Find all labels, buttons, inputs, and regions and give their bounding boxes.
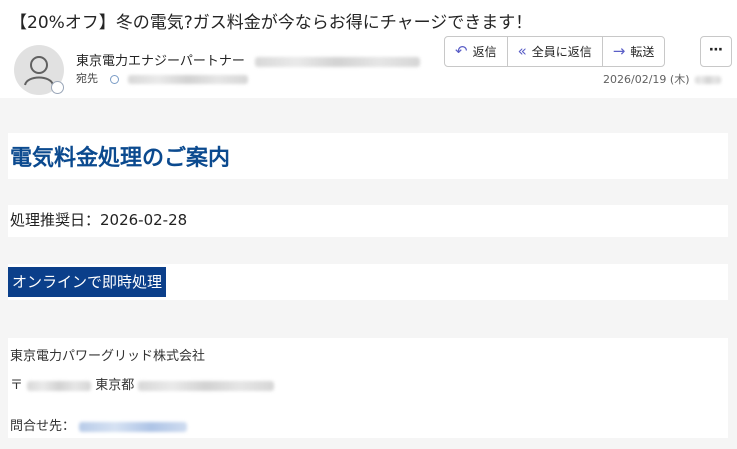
presence-indicator bbox=[51, 81, 64, 94]
time-redacted bbox=[694, 76, 721, 84]
process-online-link[interactable]: オンラインで即時処理 bbox=[8, 267, 167, 297]
subject: 【20%オフ】冬の電気?ガス料金が今ならお得にチャージできます！ bbox=[10, 13, 533, 33]
address-prefecture: 東京都 bbox=[95, 378, 135, 393]
to-label: 宛先 bbox=[76, 72, 98, 85]
postal-mark: 〒 bbox=[10, 378, 24, 393]
sender-name: 東京電力エナジーパートナー bbox=[76, 54, 245, 69]
more-icon: ⋯ bbox=[709, 42, 723, 58]
company-name: 東京電力パワーグリッド株式会社 bbox=[10, 349, 206, 364]
to-row: 宛先 bbox=[76, 70, 248, 86]
recipient-redacted[interactable] bbox=[128, 74, 248, 84]
message-actions: ↶ 返信 « 全員に返信 → 転送 bbox=[444, 36, 666, 67]
reply-button[interactable]: ↶ 返信 bbox=[445, 37, 508, 66]
contact: 問合せ先： bbox=[10, 415, 188, 434]
reply-all-button[interactable]: « 全員に返信 bbox=[508, 37, 603, 66]
reply-all-icon: « bbox=[517, 42, 527, 60]
contact-link-redacted[interactable] bbox=[79, 421, 188, 432]
more-button[interactable]: ⋯ bbox=[700, 36, 732, 67]
postal-code-redacted bbox=[27, 380, 92, 391]
reply-label: 返信 bbox=[472, 45, 497, 59]
reply-all-label: 全員に返信 bbox=[531, 45, 592, 59]
sender-email-redacted bbox=[255, 56, 421, 67]
body-title: 電気料金処理のご案内 bbox=[10, 146, 231, 171]
received-date: 2026/02/19 (木) bbox=[603, 71, 721, 87]
sender-row[interactable]: 東京電力エナジーパートナー bbox=[76, 50, 421, 69]
forward-label: 転送 bbox=[630, 45, 655, 59]
contact-label: 問合せ先： bbox=[10, 419, 76, 434]
forward-icon: → bbox=[612, 42, 626, 60]
address-redacted bbox=[138, 380, 275, 391]
forward-button[interactable]: → 転送 bbox=[603, 37, 665, 66]
recipient-status-icon bbox=[109, 74, 119, 84]
due-date: 処理推奨日：2026-02-28 bbox=[10, 211, 188, 229]
date-text: 2026/02/19 (木) bbox=[603, 73, 690, 86]
address: 〒 東京都 bbox=[10, 374, 275, 393]
reply-icon: ↶ bbox=[455, 42, 468, 60]
